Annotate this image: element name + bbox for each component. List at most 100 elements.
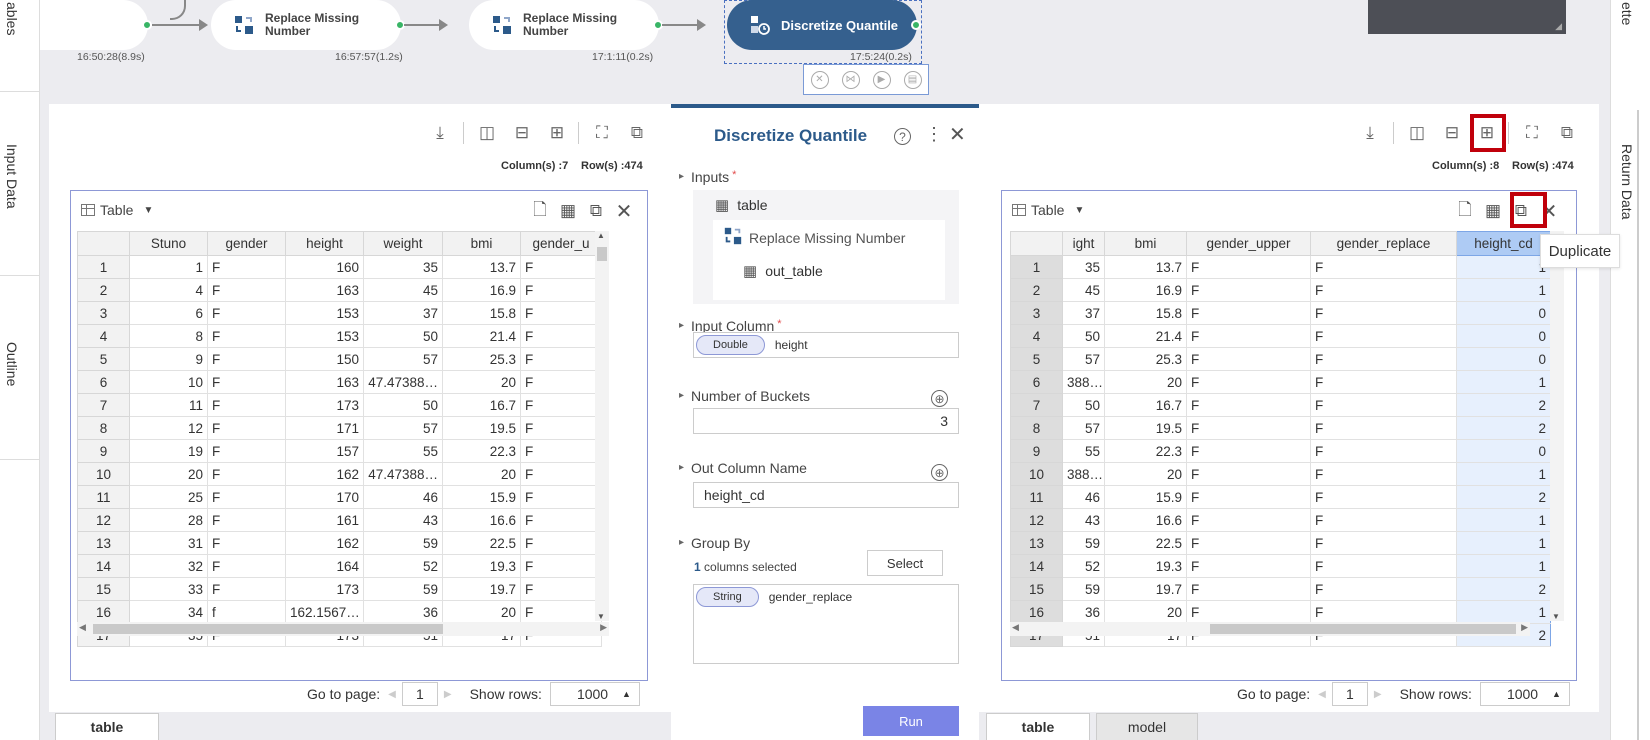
tab-model[interactable]: model bbox=[1096, 713, 1198, 740]
next-page-icon[interactable]: ▶ bbox=[1374, 689, 1382, 700]
table-cell[interactable]: 45 bbox=[1062, 278, 1105, 302]
table-row[interactable]: 12 43 16.6 F F 1 bbox=[1010, 508, 1551, 532]
table-row[interactable]: 7 50 16.7 F F 2 bbox=[1010, 393, 1551, 417]
buckets-input[interactable]: 3 bbox=[693, 408, 959, 434]
table-cell[interactable]: F bbox=[207, 554, 286, 578]
table-cell[interactable]: F bbox=[1310, 508, 1457, 532]
table-row[interactable]: 1 1 F 160 35 13.7 F bbox=[77, 255, 602, 279]
run-button[interactable]: Run bbox=[863, 706, 959, 736]
table-cell[interactable]: 22.5 bbox=[442, 531, 521, 555]
table-cell[interactable]: 46 bbox=[1062, 485, 1105, 509]
table-cell[interactable]: F bbox=[1186, 301, 1311, 325]
table-row[interactable]: 14 52 19.3 F F 1 bbox=[1010, 554, 1551, 578]
table-row[interactable]: 5 57 25.3 F F 0 bbox=[1010, 347, 1551, 371]
table-cell[interactable]: 15.8 bbox=[442, 301, 521, 325]
table-cell[interactable]: 50 bbox=[363, 393, 443, 417]
column-header[interactable]: Stuno bbox=[129, 231, 208, 256]
prev-page-icon[interactable]: ◀ bbox=[1318, 689, 1326, 700]
table-row[interactable]: 4 50 21.4 F F 0 bbox=[1010, 324, 1551, 348]
table-cell[interactable]: F bbox=[520, 255, 602, 279]
split-horizontal-icon[interactable]: ⊟ bbox=[1441, 122, 1463, 144]
table-cell[interactable]: F bbox=[1310, 462, 1457, 486]
download-icon[interactable]: ⤓ bbox=[1359, 122, 1381, 144]
table-cell[interactable]: 1 bbox=[1456, 554, 1551, 578]
share-icon[interactable]: ⋈ bbox=[841, 70, 860, 89]
table-cell[interactable]: F bbox=[520, 554, 602, 578]
table-cell[interactable]: 36 bbox=[1062, 600, 1105, 624]
table-cell[interactable]: 19.5 bbox=[1104, 416, 1187, 440]
table-cell[interactable]: 19.3 bbox=[1104, 554, 1187, 578]
table-cell[interactable]: F bbox=[207, 347, 286, 371]
table-cell[interactable]: 37 bbox=[363, 301, 443, 325]
table-cell[interactable]: F bbox=[1186, 255, 1311, 279]
table-cell[interactable]: F bbox=[1310, 347, 1457, 371]
rail-tab-input-data[interactable]: Input Data bbox=[0, 92, 40, 276]
table-cell[interactable]: 59 bbox=[1062, 531, 1105, 555]
table-cell[interactable]: F bbox=[520, 462, 602, 486]
table-cell[interactable]: 15.8 bbox=[1104, 301, 1187, 325]
prev-page-icon[interactable]: ◀ bbox=[388, 689, 396, 700]
table-cell[interactable]: 1 bbox=[1456, 278, 1551, 302]
table-cell[interactable]: 20 bbox=[1104, 370, 1187, 394]
table-cell[interactable]: 388… bbox=[1062, 462, 1105, 486]
table-cell[interactable]: 50 bbox=[363, 324, 443, 348]
table-cell[interactable]: F bbox=[1310, 393, 1457, 417]
table-row[interactable]: 2 45 16.9 F F 1 bbox=[1010, 278, 1551, 302]
page-input[interactable]: 1 bbox=[1331, 682, 1368, 706]
table-cell[interactable]: F bbox=[1310, 324, 1457, 348]
table-cell[interactable]: F bbox=[520, 531, 602, 555]
export-file-icon[interactable]: 🗋 bbox=[1454, 200, 1476, 222]
table-row[interactable]: 10 388… 20 F F 1 bbox=[1010, 462, 1551, 486]
node-output-port[interactable] bbox=[142, 20, 152, 30]
table-cell[interactable]: 57 bbox=[1062, 416, 1105, 440]
horizontal-scrollbar[interactable]: ◀ ▶ bbox=[1010, 622, 1530, 636]
table-cell[interactable]: F bbox=[207, 278, 286, 302]
scroll-thumb[interactable] bbox=[597, 247, 607, 261]
table-row[interactable]: 8 12 F 171 57 19.5 F bbox=[77, 416, 602, 440]
table-cell[interactable]: 52 bbox=[363, 554, 443, 578]
table-cell[interactable]: 22.3 bbox=[442, 439, 521, 463]
table-cell[interactable]: 20 bbox=[129, 462, 208, 486]
table-row[interactable]: 13 59 22.5 F F 1 bbox=[1010, 531, 1551, 555]
column-header[interactable]: gender_upper bbox=[1186, 231, 1311, 256]
table-cell[interactable]: 153 bbox=[285, 324, 364, 348]
table-row[interactable]: 6 10 F 163 47.47388… 20 F bbox=[77, 370, 602, 394]
table-cell[interactable]: 55 bbox=[363, 439, 443, 463]
delete-icon[interactable]: ▤ bbox=[903, 70, 922, 89]
select-button[interactable]: Select bbox=[867, 550, 943, 576]
table-cell[interactable]: 1 bbox=[1456, 255, 1551, 279]
table-cell[interactable]: 21.4 bbox=[1104, 324, 1187, 348]
table-cell[interactable]: 16.6 bbox=[442, 508, 521, 532]
table-cell[interactable]: 16.7 bbox=[442, 393, 521, 417]
tree-item-replace-missing[interactable]: Replace Missing Number bbox=[723, 226, 905, 249]
table-row[interactable]: 16 36 20 F F 1 bbox=[1010, 600, 1551, 624]
table-cell[interactable]: 19.5 bbox=[442, 416, 521, 440]
table-cell[interactable]: 55 bbox=[1062, 439, 1105, 463]
table-cell[interactable]: F bbox=[1186, 600, 1311, 624]
column-header[interactable]: gender bbox=[207, 231, 286, 256]
table-cell[interactable]: 1 bbox=[1456, 600, 1551, 624]
table-cell[interactable]: F bbox=[1310, 370, 1457, 394]
out-column-section[interactable]: Out Column Name bbox=[679, 460, 807, 476]
columns-icon[interactable]: ▦ bbox=[1482, 200, 1504, 222]
open-external-icon[interactable]: ⧉ bbox=[1556, 122, 1578, 144]
table-cell[interactable]: 36 bbox=[363, 600, 443, 624]
horizontal-scrollbar[interactable]: ◀ ▶ bbox=[77, 622, 609, 636]
table-cell[interactable]: 57 bbox=[363, 416, 443, 440]
table-cell[interactable]: 16.9 bbox=[1104, 278, 1187, 302]
table-cell[interactable]: 57 bbox=[363, 347, 443, 371]
table-cell[interactable]: 35 bbox=[1062, 255, 1105, 279]
table-cell[interactable]: 45 bbox=[363, 278, 443, 302]
table-cell[interactable]: 37 bbox=[1062, 301, 1105, 325]
duplicate-icon[interactable]: ⧉ bbox=[585, 200, 607, 222]
inputs-section[interactable]: Inputs* bbox=[679, 169, 737, 185]
globe-icon[interactable]: ⊕ bbox=[931, 464, 948, 481]
table-cell[interactable]: F bbox=[1310, 485, 1457, 509]
table-row[interactable]: 13 31 F 162 59 22.5 F bbox=[77, 531, 602, 555]
column-header[interactable]: weight bbox=[363, 231, 443, 256]
table-cell[interactable]: F bbox=[1310, 600, 1457, 624]
input-column-field[interactable]: Double height bbox=[693, 332, 959, 358]
columns-icon[interactable]: ▦ bbox=[557, 200, 579, 222]
column-header[interactable]: bmi bbox=[442, 231, 521, 256]
table-cell[interactable]: 162 bbox=[285, 462, 364, 486]
